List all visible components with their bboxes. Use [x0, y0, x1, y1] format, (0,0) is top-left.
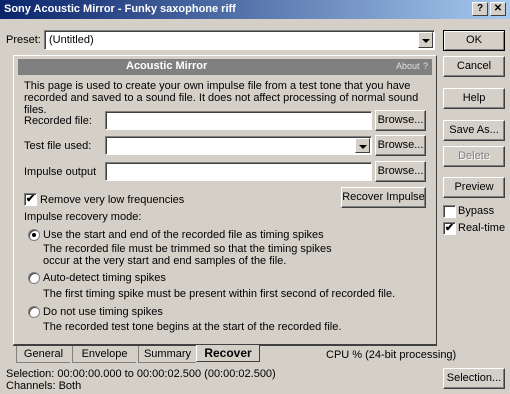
- panel-header-title: Acoustic Mirror: [126, 60, 208, 72]
- status-channels: Channels: Both: [6, 380, 82, 392]
- bypass-label: Bypass: [458, 205, 495, 217]
- panel-header: Acoustic Mirror About ?: [18, 59, 432, 75]
- mode-radio-no-spikes[interactable]: [28, 306, 40, 318]
- chevron-down-icon[interactable]: [418, 32, 433, 48]
- browse-recorded-button[interactable]: Browse...: [375, 110, 426, 131]
- tab-recover[interactable]: Recover: [196, 345, 260, 362]
- about-question-icon[interactable]: ?: [423, 61, 428, 71]
- dialog-window: Sony Acoustic Mirror - Funky saxophone r…: [0, 0, 510, 394]
- tab-envelope[interactable]: Envelope: [72, 346, 136, 363]
- preset-value: (Untitled): [49, 34, 94, 46]
- remove-low-freq-checkbox[interactable]: ✔: [24, 193, 37, 206]
- preset-dropdown[interactable]: (Untitled): [44, 30, 435, 50]
- mode-option-auto-detect: Auto-detect timing spikes: [43, 272, 166, 284]
- tab-summary[interactable]: Summary: [138, 346, 196, 363]
- bypass-checkbox[interactable]: [443, 205, 456, 218]
- help-title-button[interactable]: ?: [472, 2, 488, 16]
- remove-low-freq-label: Remove very low frequencies: [40, 194, 185, 206]
- title-bar: Sony Acoustic Mirror - Funky saxophone r…: [0, 0, 510, 19]
- close-button[interactable]: ✕: [490, 2, 506, 16]
- about-link[interactable]: About: [396, 61, 420, 71]
- mode-radio-start-end[interactable]: [28, 229, 40, 241]
- test-file-label: Test file used:: [24, 140, 92, 152]
- status-selection: Selection: 00:00:00.000 to 00:00:02.500 …: [6, 368, 276, 380]
- delete-button[interactable]: Delete: [443, 146, 505, 167]
- window-title: Sony Acoustic Mirror - Funky saxophone r…: [4, 3, 236, 15]
- cancel-button[interactable]: Cancel: [443, 56, 505, 77]
- ok-button[interactable]: OK: [443, 30, 505, 51]
- realtime-checkbox[interactable]: ✔: [443, 222, 456, 235]
- mode-desc-auto-detect: The first timing spike must be present w…: [43, 288, 396, 300]
- mode-desc-no-spikes: The recorded test tone begins at the sta…: [43, 321, 342, 333]
- impulse-output-input[interactable]: [105, 162, 372, 181]
- mode-option-start-end: Use the start and end of the recorded fi…: [43, 229, 324, 241]
- chevron-down-icon[interactable]: [355, 138, 370, 153]
- cpu-indicator: CPU % (24-bit processing): [326, 349, 457, 361]
- browse-impulse-button[interactable]: Browse...: [375, 161, 426, 182]
- selection-button[interactable]: Selection...: [443, 368, 505, 389]
- preview-button[interactable]: Preview: [443, 177, 505, 198]
- recover-impulse-button[interactable]: Recover Impulse: [341, 187, 426, 208]
- test-file-dropdown[interactable]: [105, 136, 372, 155]
- recorded-file-label: Recorded file:: [24, 115, 92, 127]
- mode-option-no-spikes: Do not use timing spikes: [43, 306, 163, 318]
- recorded-file-input[interactable]: [105, 111, 372, 130]
- tab-general[interactable]: General: [16, 346, 70, 363]
- preset-label: Preset:: [6, 34, 41, 46]
- realtime-label: Real-time: [458, 222, 506, 234]
- recovery-mode-label: Impulse recovery mode:: [24, 211, 142, 223]
- mode-desc-start-end: The recorded file must be trimmed so tha…: [43, 243, 332, 267]
- help-button[interactable]: Help: [443, 88, 505, 109]
- browse-test-button[interactable]: Browse...: [375, 135, 426, 156]
- mode-radio-auto-detect[interactable]: [28, 272, 40, 284]
- impulse-output-label: Impulse output: [24, 166, 97, 178]
- save-as-button[interactable]: Save As...: [443, 120, 505, 141]
